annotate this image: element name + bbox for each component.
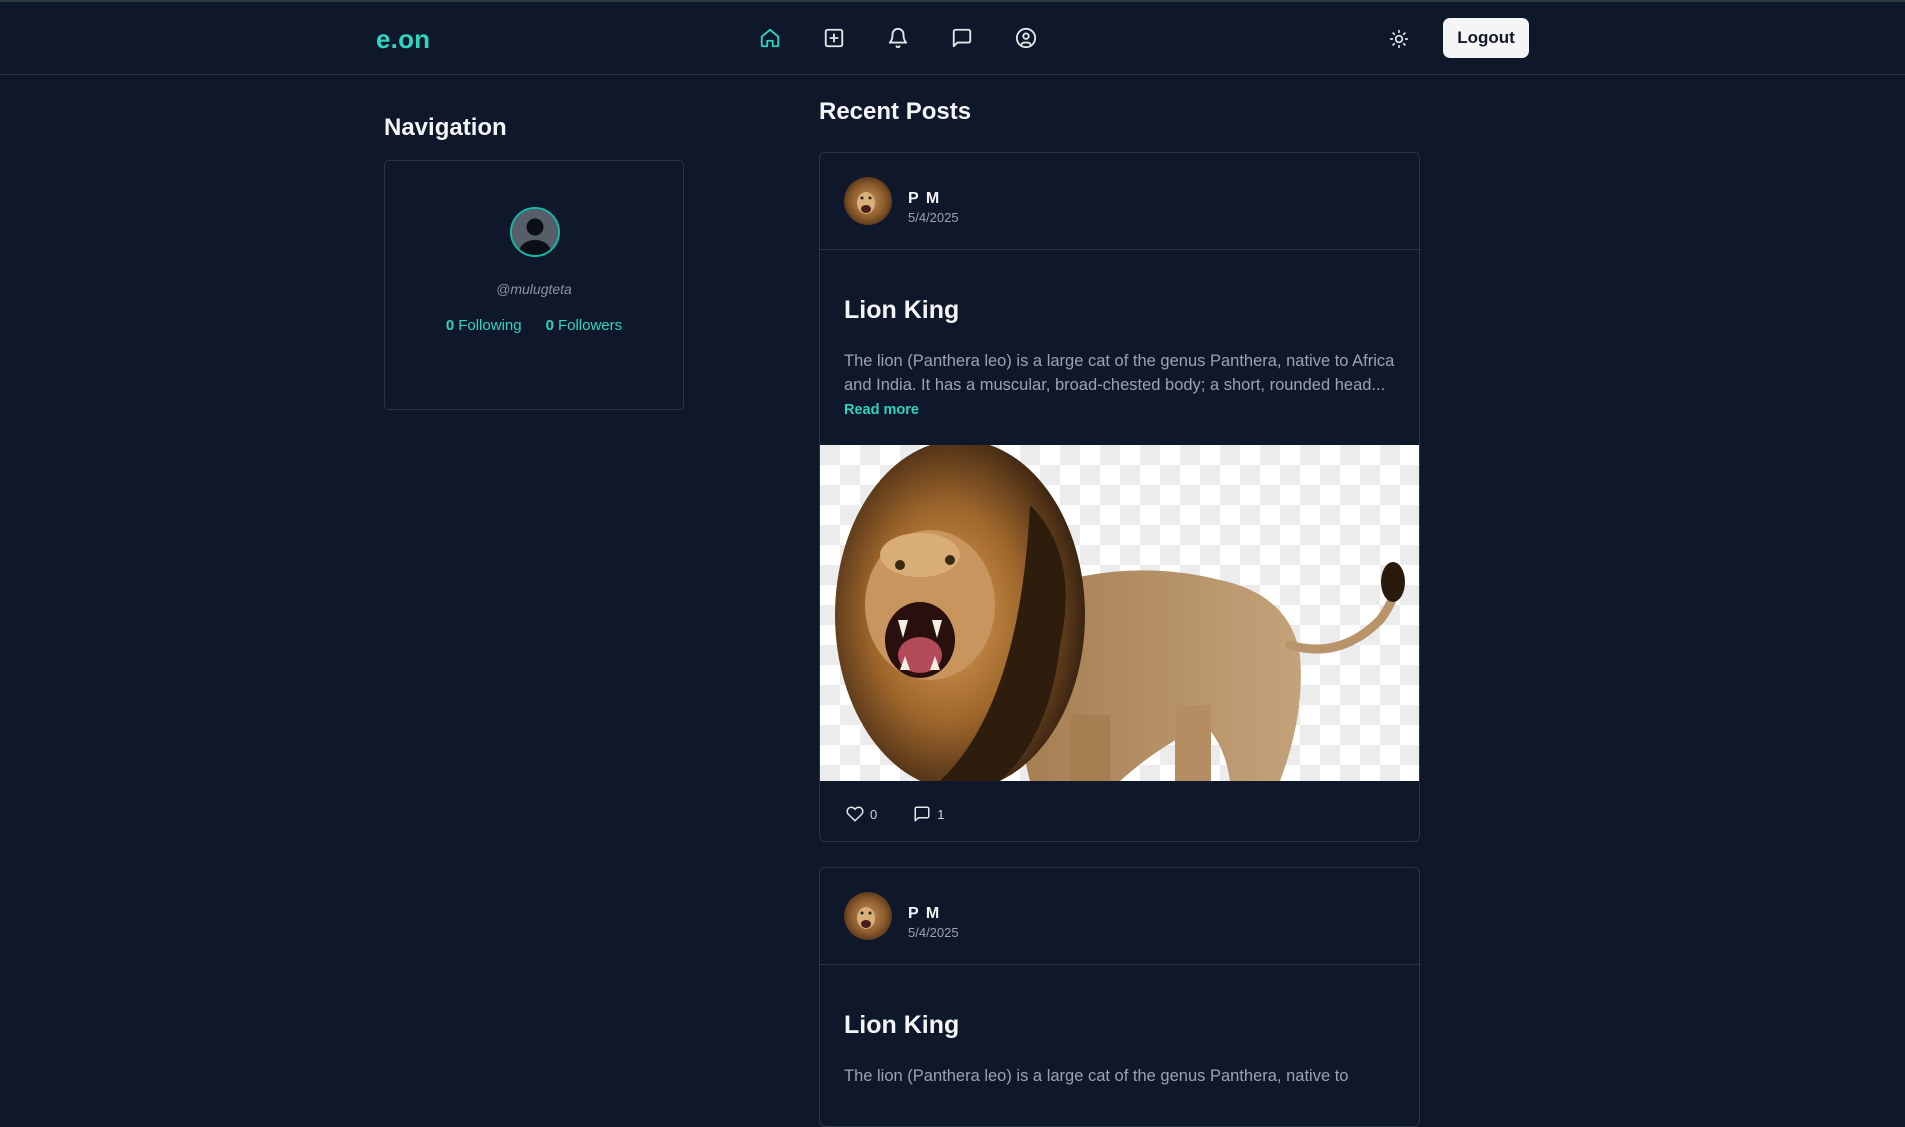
home-icon [760, 28, 780, 48]
logout-button[interactable]: Logout [1443, 18, 1529, 58]
author-avatar[interactable] [844, 177, 892, 225]
create-post-icon [824, 28, 844, 48]
sidebar-title: Navigation [384, 114, 507, 141]
create-post-button[interactable] [822, 24, 846, 52]
messages-button[interactable] [950, 24, 974, 52]
profile-card: @mulugteta 0 Following 0 Followers [384, 160, 684, 410]
notifications-button[interactable] [886, 24, 910, 52]
post-image[interactable] [820, 445, 1419, 781]
main-nav [758, 24, 1038, 52]
post-title[interactable]: Lion King [844, 1011, 1395, 1040]
post-card: P M 5/4/2025 Lion King The lion (Panther… [819, 152, 1420, 842]
profile-icon [1015, 27, 1037, 49]
followers-label: Followers [557, 317, 623, 334]
lion-image [820, 445, 1419, 781]
post-title[interactable]: Lion King [844, 296, 1395, 325]
feed-title: Recent Posts [819, 98, 972, 125]
post-excerpt: The lion (Panthera leo) is a large cat o… [844, 1067, 1349, 1085]
post-date: 5/4/2025 [908, 210, 959, 225]
author-avatar[interactable] [844, 892, 892, 940]
follow-stats: 0 Following 0 Followers [385, 317, 683, 334]
message-icon [952, 28, 972, 48]
read-more-link[interactable]: Read more [844, 402, 919, 418]
post-body: Lion King The lion (Panthera leo) is a l… [820, 965, 1419, 1126]
comment-icon [914, 806, 930, 822]
following-label: Following [458, 317, 522, 334]
post-card: P M 5/4/2025 Lion King The lion (Panther… [819, 867, 1420, 1127]
profile-button[interactable] [1014, 24, 1038, 52]
post-header: P M 5/4/2025 [820, 868, 1419, 965]
sun-icon [1389, 29, 1409, 49]
following-link[interactable]: 0 Following [446, 317, 522, 334]
post-body: Lion King The lion (Panthera leo) is a l… [820, 250, 1419, 421]
post-author[interactable]: P M [908, 905, 941, 923]
top-nav-bar: e.on Logout [0, 2, 1905, 75]
like-button[interactable]: 0 [846, 805, 877, 823]
post-excerpt: The lion (Panthera leo) is a large cat o… [844, 349, 1395, 421]
heart-icon [846, 806, 864, 822]
comment-button[interactable]: 1 [913, 805, 944, 823]
user-avatar[interactable] [510, 207, 560, 257]
followers-link[interactable]: 0 Followers [546, 317, 623, 334]
followers-count: 0 [545, 317, 554, 334]
comment-count: 1 [937, 806, 945, 822]
bell-icon [888, 28, 908, 49]
home-button[interactable] [758, 24, 782, 52]
lion-avatar-image [844, 892, 892, 940]
post-author[interactable]: P M [908, 190, 941, 208]
lion-avatar-image [844, 177, 892, 225]
following-count: 0 [445, 317, 455, 334]
post-date: 5/4/2025 [908, 925, 959, 940]
post-excerpt-text: The lion (Panthera leo) is a large cat o… [844, 352, 1395, 394]
like-count: 0 [870, 806, 878, 822]
post-actions: 0 1 [820, 781, 1419, 841]
post-header: P M 5/4/2025 [820, 153, 1419, 250]
app-logo[interactable]: e.on [376, 24, 430, 55]
user-handle: @mulugteta [496, 281, 572, 297]
default-avatar-icon [512, 209, 558, 255]
theme-toggle-button[interactable] [1387, 26, 1411, 52]
